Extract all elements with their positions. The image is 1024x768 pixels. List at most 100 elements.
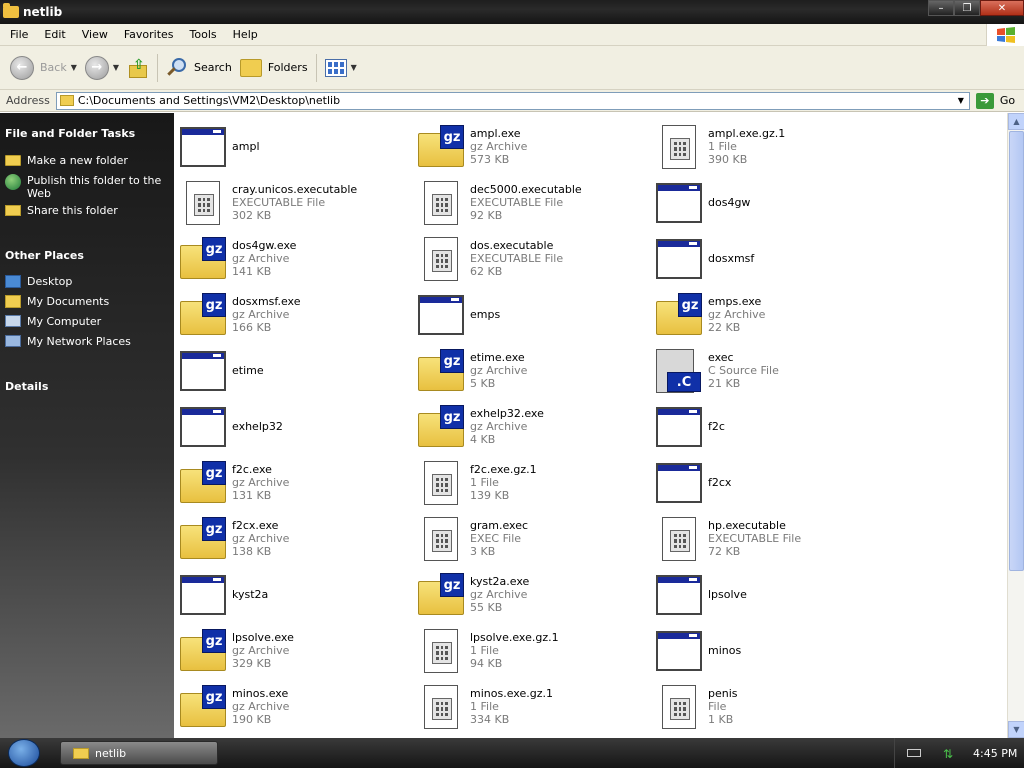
- file-item[interactable]: cray.unicos.executable EXECUTABLE File 302…: [178, 174, 416, 230]
- menu-favorites[interactable]: Favorites: [116, 28, 182, 41]
- file-item[interactable]: gz etime.exe gz Archive 5 KB: [416, 342, 654, 398]
- file-size: 4 KB: [470, 432, 496, 446]
- file-name: dosxmsf: [708, 251, 755, 265]
- file-item[interactable]: lpsolve: [654, 566, 892, 622]
- file-item[interactable]: dos.executable EXECUTABLE File 62 KB: [416, 230, 654, 286]
- folders-button[interactable]: Folders: [236, 50, 312, 86]
- vertical-scrollbar[interactable]: ▲ ▼: [1007, 113, 1024, 738]
- taskbar-item-netlib[interactable]: netlib: [60, 741, 218, 765]
- file-item[interactable]: hp.executable EXECUTABLE File 72 KB: [654, 510, 892, 566]
- file-item[interactable]: f2c: [654, 398, 892, 454]
- file-type: EXECUTABLE File: [708, 531, 802, 545]
- file-size: 302 KB: [232, 208, 272, 222]
- file-list-view[interactable]: ampl gz ampl.exe gz Archive 573 KB ampl.exe.g…: [174, 113, 1007, 738]
- close-button[interactable]: ✕: [980, 0, 1024, 16]
- file-size: 3 KB: [470, 544, 496, 558]
- start-button[interactable]: [8, 739, 40, 767]
- scroll-down-button[interactable]: ▼: [1008, 721, 1024, 738]
- file-meta: f2cx.exe gz Archive 138 KB: [232, 519, 289, 558]
- up-button[interactable]: ⇧: [123, 50, 153, 86]
- file-icon: [654, 515, 702, 561]
- application-icon: [416, 291, 464, 337]
- file-item[interactable]: minos.exe.gz.1 1 File 334 KB: [416, 678, 654, 734]
- file-item[interactable]: gz lpsolve.exe gz Archive 329 KB: [178, 622, 416, 678]
- maximize-button[interactable]: ❐: [954, 0, 980, 16]
- search-button[interactable]: Search: [162, 50, 236, 86]
- file-item[interactable]: dec5000.executable EXECUTABLE File 92 KB: [416, 174, 654, 230]
- place-my-computer[interactable]: My Computer: [5, 315, 170, 328]
- file-size: 166 KB: [232, 320, 272, 334]
- place-my-documents[interactable]: My Documents: [5, 295, 170, 308]
- minimize-button[interactable]: –: [928, 0, 954, 16]
- address-dropdown-icon[interactable]: ▼: [953, 93, 969, 109]
- forward-dropdown-icon[interactable]: ▼: [113, 63, 119, 72]
- file-size: 329 KB: [232, 656, 272, 670]
- file-item[interactable]: gram.exec EXEC File 3 KB: [416, 510, 654, 566]
- menu-view[interactable]: View: [74, 28, 116, 41]
- file-item[interactable]: gz dos4gw.exe gz Archive 141 KB: [178, 230, 416, 286]
- place-my-network-places[interactable]: My Network Places: [5, 335, 170, 348]
- file-icon: [416, 683, 464, 729]
- file-name: lpsolve.exe: [232, 630, 294, 644]
- file-meta: penis File 1 KB: [708, 687, 738, 726]
- file-name: minos: [708, 643, 742, 657]
- file-item[interactable]: f2c.exe.gz.1 1 File 139 KB: [416, 454, 654, 510]
- file-type: gz Archive: [232, 251, 290, 265]
- file-item[interactable]: dos4gw: [654, 174, 892, 230]
- file-meta: exec C Source File 21 KB: [708, 351, 779, 390]
- keyboard-icon[interactable]: [907, 749, 921, 757]
- publish-folder-link[interactable]: Publish this folder to the Web: [5, 174, 170, 200]
- scroll-thumb[interactable]: [1009, 131, 1024, 571]
- file-size: 573 KB: [470, 152, 510, 166]
- file-meta: lpsolve.exe.gz.1 1 File 94 KB: [470, 631, 559, 670]
- clock[interactable]: 4:45 PM: [973, 747, 1017, 760]
- share-folder-link[interactable]: Share this folder: [5, 204, 170, 217]
- file-item[interactable]: gz ampl.exe gz Archive 573 KB: [416, 118, 654, 174]
- file-item[interactable]: dosxmsf: [654, 230, 892, 286]
- file-item[interactable]: exhelp32: [178, 398, 416, 454]
- file-item[interactable]: kyst2a: [178, 566, 416, 622]
- menu-help[interactable]: Help: [225, 28, 266, 41]
- gz-archive-icon: gz: [416, 347, 464, 393]
- file-item[interactable]: gz kyst2a.exe gz Archive 55 KB: [416, 566, 654, 622]
- file-item[interactable]: etime: [178, 342, 416, 398]
- forward-button[interactable]: → ▼: [81, 50, 123, 86]
- back-button[interactable]: ← Back ▼: [6, 50, 81, 86]
- file-item[interactable]: lpsolve.exe.gz.1 1 File 94 KB: [416, 622, 654, 678]
- file-item[interactable]: minos: [654, 622, 892, 678]
- menu-tools[interactable]: Tools: [182, 28, 225, 41]
- file-item[interactable]: gz f2c.exe gz Archive 131 KB: [178, 454, 416, 510]
- file-item[interactable]: gz dosxmsf.exe gz Archive 166 KB: [178, 286, 416, 342]
- back-dropdown-icon[interactable]: ▼: [71, 63, 77, 72]
- file-size: 5 KB: [470, 376, 496, 390]
- file-item[interactable]: ampl.exe.gz.1 1 File 390 KB: [654, 118, 892, 174]
- file-folder-tasks-header[interactable]: File and Folder Tasks: [0, 127, 140, 140]
- file-meta: f2c.exe.gz.1 1 File 139 KB: [470, 463, 537, 502]
- title-bar[interactable]: netlib – ❐ ✕: [0, 0, 1024, 24]
- menu-edit[interactable]: Edit: [36, 28, 73, 41]
- address-input[interactable]: C:\Documents and Settings\VM2\Desktop\ne…: [55, 91, 970, 110]
- file-item[interactable]: gz f2cx.exe gz Archive 138 KB: [178, 510, 416, 566]
- menu-file[interactable]: File: [0, 28, 36, 41]
- network-icon[interactable]: ⇅: [943, 747, 957, 761]
- task-label: Publish this folder to the Web: [27, 174, 162, 200]
- make-new-folder-link[interactable]: Make a new folder: [5, 154, 170, 167]
- file-item[interactable]: .C exec C Source File 21 KB: [654, 342, 892, 398]
- scroll-up-button[interactable]: ▲: [1008, 113, 1024, 130]
- file-type: EXECUTABLE File: [470, 195, 564, 209]
- file-item[interactable]: gz exhelp32.exe gz Archive 4 KB: [416, 398, 654, 454]
- application-icon: [654, 627, 702, 673]
- go-button[interactable]: ➔ Go: [975, 92, 1015, 109]
- file-item[interactable]: penis File 1 KB: [654, 678, 892, 734]
- file-item[interactable]: gz emps.exe gz Archive 22 KB: [654, 286, 892, 342]
- file-name: dec5000.executable: [470, 182, 582, 196]
- file-item[interactable]: f2cx: [654, 454, 892, 510]
- file-item[interactable]: gz minos.exe gz Archive 190 KB: [178, 678, 416, 734]
- file-item[interactable]: ampl: [178, 118, 416, 174]
- file-size: 138 KB: [232, 544, 272, 558]
- file-item[interactable]: emps: [416, 286, 654, 342]
- place-desktop[interactable]: Desktop: [5, 275, 170, 288]
- details-header[interactable]: Details: [0, 380, 53, 393]
- views-button[interactable]: ▼: [321, 50, 361, 86]
- other-places-header[interactable]: Other Places: [0, 249, 89, 262]
